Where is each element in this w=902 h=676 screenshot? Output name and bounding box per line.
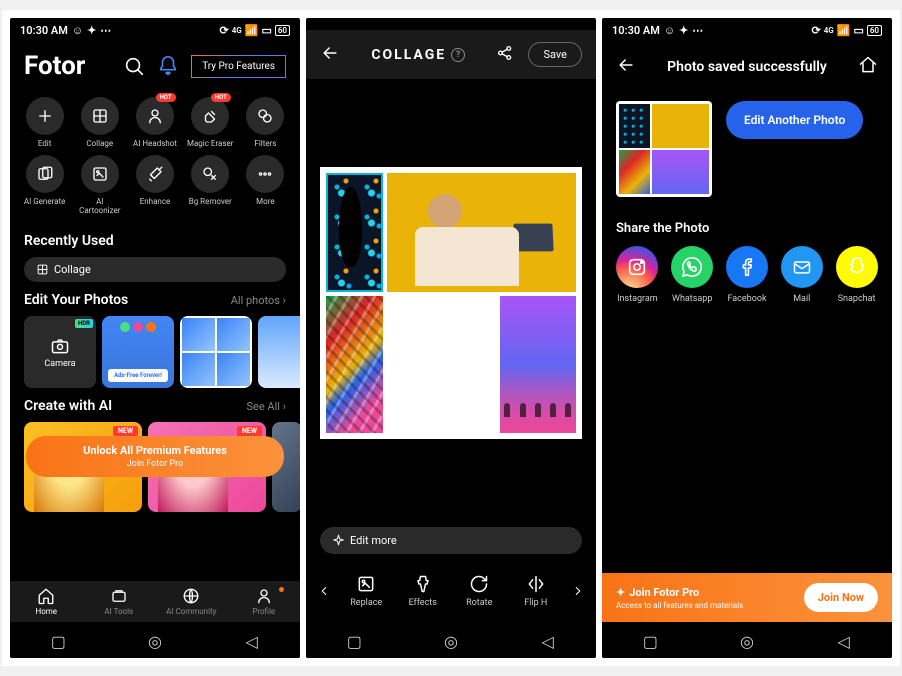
tool-effects[interactable]: Effects [395, 574, 452, 608]
sys-recent-icon[interactable]: ▢ [641, 632, 659, 650]
bell-icon[interactable] [157, 55, 179, 77]
recent-collage-chip[interactable]: Collage [24, 257, 286, 282]
sys-home-icon[interactable]: ◎ [146, 632, 164, 650]
tool-rotate[interactable]: Rotate [451, 574, 508, 608]
share-icon[interactable] [496, 44, 514, 66]
tool-bg-remover[interactable]: Bg Remover [186, 155, 235, 216]
tool-magic-eraser[interactable]: HOTMagic Eraser [186, 97, 235, 149]
status-bar: 10:30 AM☺✦⋯ ⟳4G📶▭60 [602, 18, 892, 43]
status-bar: 10:30 AM☺✦⋯ ⟳4G📶▭60 [10, 18, 300, 43]
bottom-nav: Home AI Tools AI Community Profile [10, 581, 300, 622]
nav-ai-community[interactable]: AI Community [155, 587, 228, 616]
create-ai-heading: Create with AI [24, 398, 112, 414]
tool-collage[interactable]: Collage [75, 97, 124, 149]
status-bar [306, 18, 596, 30]
join-now-button[interactable]: Join Now [804, 583, 878, 612]
tool-ai-cartoonizer[interactable]: AI Cartoonizer [75, 155, 124, 216]
all-photos-link[interactable]: All photos › [231, 294, 286, 307]
sys-home-icon[interactable]: ◎ [442, 632, 460, 650]
photo-tile-3[interactable] [258, 316, 300, 388]
home-icon[interactable] [858, 55, 878, 79]
collage-cell-4[interactable] [500, 296, 576, 433]
recently-used-heading: Recently Used [24, 233, 114, 249]
share-facebook[interactable]: Facebook [726, 246, 768, 304]
collage-title: COLLAGE? [354, 47, 482, 63]
try-pro-button[interactable]: Try Pro Features [191, 55, 286, 78]
sys-recent-icon[interactable]: ▢ [49, 632, 67, 650]
system-nav: ▢ ◎ ◁ [10, 622, 300, 658]
collage-canvas[interactable] [320, 167, 582, 439]
collage-cell-1[interactable] [326, 173, 383, 292]
saved-thumbnail[interactable] [616, 101, 712, 197]
nav-profile[interactable]: Profile [228, 587, 301, 616]
saved-title: Photo saved successfully [650, 59, 844, 75]
phone-2-collage: COLLAGE? Save .collage{grid-template-col… [306, 18, 596, 658]
tool-enhance[interactable]: Enhance [130, 155, 179, 216]
app-title: Fotor [24, 51, 111, 81]
join-pro-banner: ✦Join Fotor Pro Access to all features a… [602, 573, 892, 622]
tools-grid: Edit Collage HOTAI Headshot HOTMagic Era… [10, 89, 300, 223]
phone-3-saved: 10:30 AM☺✦⋯ ⟳4G📶▭60 Photo saved successf… [602, 18, 892, 658]
tool-ai-headshot[interactable]: HOTAI Headshot [130, 97, 179, 149]
tool-more[interactable]: More [241, 155, 290, 216]
edit-more-button[interactable]: Edit more [320, 527, 582, 554]
system-nav: ▢ ◎ ◁ [602, 622, 892, 658]
system-nav: ▢ ◎ ◁ [306, 622, 596, 658]
sys-back-icon[interactable]: ◁ [243, 632, 261, 650]
sys-recent-icon[interactable]: ▢ [345, 632, 363, 650]
see-all-link[interactable]: See All › [247, 400, 287, 413]
nav-home[interactable]: Home [10, 587, 83, 616]
back-icon[interactable] [616, 55, 636, 79]
camera-tile[interactable]: HDRCamera [24, 316, 96, 388]
sys-home-icon[interactable]: ◎ [738, 632, 756, 650]
collage-cell-3[interactable] [326, 296, 383, 433]
share-snapchat[interactable]: Snapchat [836, 246, 878, 304]
phone-1-home: 10:30 AM☺✦⋯ ⟳4G📶▭60 Fotor Try Pro Featur… [10, 18, 300, 658]
share-mail[interactable]: Mail [781, 246, 823, 304]
unlock-banner[interactable]: Unlock All Premium FeaturesJoin Fotor Pr… [26, 436, 284, 477]
edit-toolbar: Replace Effects Rotate Flip H [306, 564, 596, 622]
tool-flip-h[interactable]: Flip H [508, 574, 565, 608]
share-instagram[interactable]: Instagram [616, 246, 658, 304]
tool-ai-generate[interactable]: AI Generate [20, 155, 69, 216]
save-button[interactable]: Save [528, 42, 582, 67]
share-whatsapp[interactable]: Whatsapp [671, 246, 713, 304]
tool-replace[interactable]: Replace [338, 574, 395, 608]
collage-cell-2[interactable] [387, 173, 576, 292]
share-heading: Share the Photo [602, 207, 892, 246]
sys-back-icon[interactable]: ◁ [539, 632, 557, 650]
back-icon[interactable] [320, 43, 340, 67]
edit-photos-heading: Edit Your Photos [24, 292, 128, 308]
sys-back-icon[interactable]: ◁ [835, 632, 853, 650]
photo-tile-1[interactable]: Ads-Free Forever! [102, 316, 174, 388]
chevron-right-icon[interactable] [564, 584, 592, 598]
tool-edit[interactable]: Edit [20, 97, 69, 149]
photo-tile-2[interactable] [180, 316, 252, 388]
tool-filters[interactable]: Filters [241, 97, 290, 149]
edit-another-button[interactable]: Edit Another Photo [726, 101, 863, 139]
chevron-left-icon[interactable] [310, 584, 338, 598]
search-icon[interactable] [123, 55, 145, 77]
nav-ai-tools[interactable]: AI Tools [83, 587, 156, 616]
